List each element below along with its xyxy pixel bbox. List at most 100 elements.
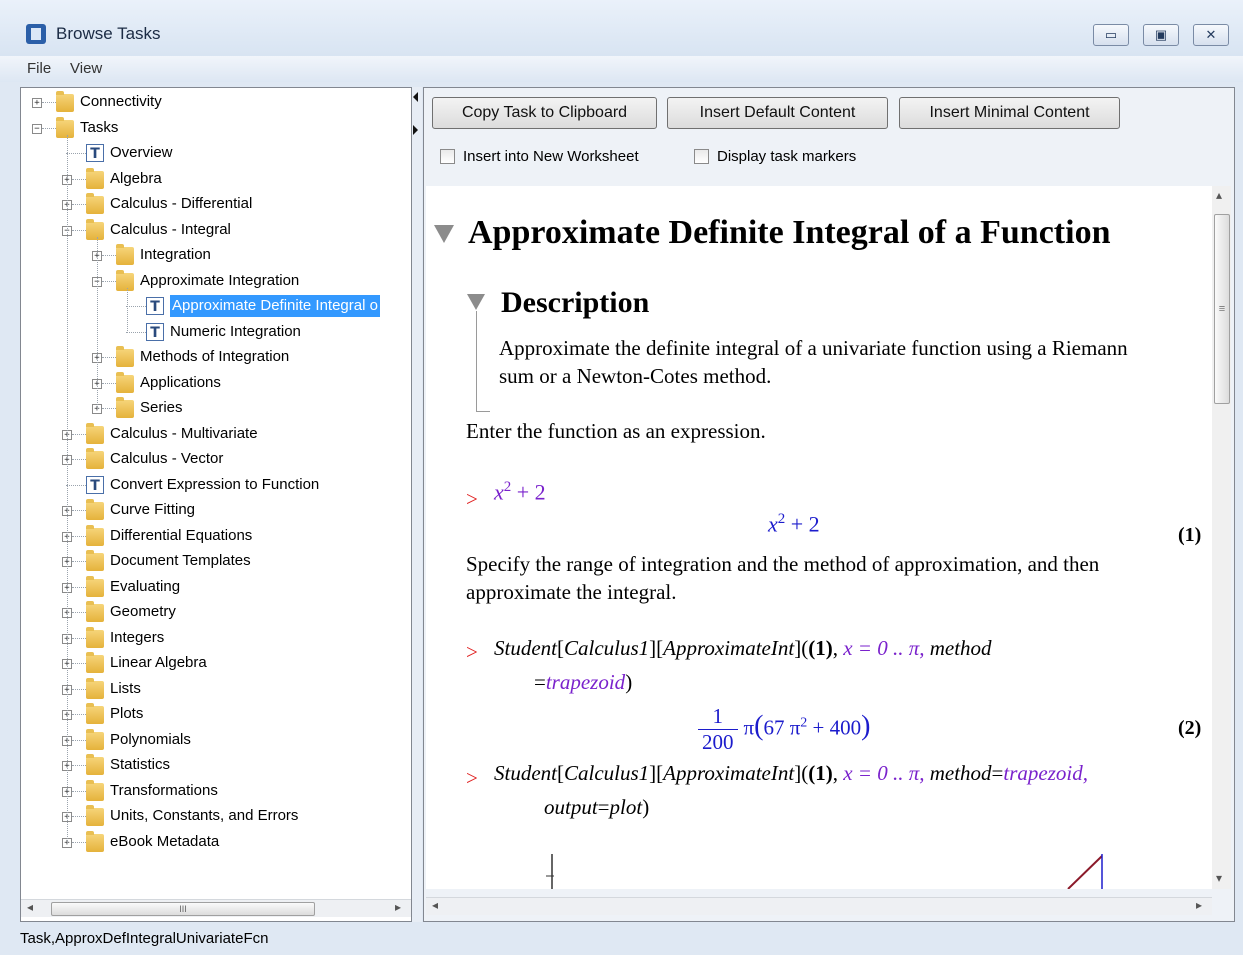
tree-item-linear-algebra[interactable]: + Linear Algebra — [21, 652, 411, 676]
display-task-markers-checkbox[interactable] — [694, 149, 709, 164]
input1-exp: 2 — [503, 479, 512, 495]
scroll-up-arrow[interactable]: ▴ — [1216, 188, 1222, 202]
tree-item-statistics[interactable]: + Statistics — [21, 754, 411, 778]
document-scroll-thumb[interactable]: ≡ — [1214, 214, 1230, 404]
command-input-2[interactable]: Student[Calculus1][ApproximateInt]((1), … — [494, 636, 992, 661]
collapse-toggle-icon[interactable]: − — [32, 123, 42, 134]
copy-task-button[interactable]: Copy Task to Clipboard — [432, 97, 657, 129]
folder-icon — [86, 218, 104, 240]
insert-default-content-button[interactable]: Insert Default Content — [667, 97, 888, 129]
command-input-2-cont[interactable]: =trapezoid) — [534, 670, 632, 695]
tree-item-approximate-integration[interactable]: − Approximate Integration — [21, 269, 411, 294]
tree-item-document-templates[interactable]: + Document Templates — [21, 550, 411, 574]
scroll-right-arrow[interactable]: ▸ — [395, 900, 401, 914]
tree-item-connectivity[interactable]: + Connectivity — [21, 91, 411, 115]
folder-icon — [86, 193, 104, 214]
output2-tail: + 400 — [812, 715, 862, 740]
tree-item-ebook-metadata[interactable]: + eBook Metadata — [21, 830, 411, 855]
command-input-3[interactable]: Student[Calculus1][ApproximateInt]((1), … — [494, 761, 1088, 786]
document-vertical-scrollbar[interactable]: ▴ ≡ ▾ — [1212, 186, 1231, 889]
tree-connector — [102, 357, 116, 358]
tree-item-overview[interactable]: T Overview — [21, 142, 411, 166]
tree-item-curve-fitting[interactable]: + Curve Fitting — [21, 499, 411, 523]
folder-icon — [86, 448, 104, 469]
tree-item-numeric-integration[interactable]: T Numeric Integration — [21, 321, 411, 345]
tree-item-polynomials[interactable]: + Polynomials — [21, 728, 411, 753]
folder-icon — [116, 346, 134, 367]
cmd2-range: x = 0 .. π, — [843, 636, 925, 660]
tree-item-applications[interactable]: + Applications — [21, 371, 411, 396]
tree-item-algebra[interactable]: + Algebra — [21, 167, 411, 192]
tree-item-convert-expression-to-function[interactable]: T Convert Expression to Function — [21, 474, 411, 498]
tree-guide-line — [67, 134, 68, 843]
cmd3-output-value: plot — [609, 795, 643, 819]
tree-connector — [72, 714, 86, 715]
folder-icon — [116, 269, 134, 291]
tree-connector — [66, 153, 86, 154]
tree-item-label: Calculus - Differential — [110, 195, 253, 212]
tree-item-geometry[interactable]: + Geometry — [21, 601, 411, 625]
tree-item-integration[interactable]: + Integration — [21, 244, 411, 268]
menu-view[interactable]: View — [70, 60, 102, 77]
close-button[interactable]: ✕ — [1193, 24, 1229, 46]
tree-item-units-constants-and-errors[interactable]: + Units, Constants, and Errors — [21, 805, 411, 829]
tree-item-series[interactable]: + Series — [21, 397, 411, 421]
pane-splitter[interactable] — [412, 87, 422, 922]
prompt-marker: > — [466, 487, 478, 511]
tree-item-plots[interactable]: + Plots — [21, 703, 411, 727]
section-heading: Description — [501, 286, 650, 319]
tree-item-label: Calculus - Integral — [110, 220, 231, 238]
tree-item-label: Linear Algebra — [110, 654, 207, 671]
tree-item-calculus-vector[interactable]: + Calculus - Vector — [21, 448, 411, 472]
tree-item-transformations[interactable]: + Transformations — [21, 779, 411, 804]
tree-item-methods-of-integration[interactable]: + Methods of Integration — [21, 346, 411, 370]
tree-item-differential-equations[interactable]: + Differential Equations — [21, 524, 411, 549]
doc-scroll-left-arrow[interactable]: ◂ — [432, 898, 438, 912]
tree-item-integers[interactable]: + Integers — [21, 626, 411, 651]
tree-item-calculus-integral[interactable]: − Calculus - Integral — [21, 218, 411, 243]
folder-icon — [86, 805, 104, 826]
minimize-button[interactable]: ▭ — [1093, 24, 1129, 46]
tree-scroll-thumb[interactable]: III — [51, 902, 315, 916]
insert-new-worksheet-checkbox[interactable] — [440, 149, 455, 164]
doc-scroll-right-arrow[interactable]: ▸ — [1196, 898, 1202, 912]
tree-horizontal-scrollbar[interactable]: ◂ III ▸ — [21, 899, 411, 917]
expand-right-arrow-icon[interactable] — [413, 125, 418, 135]
tree-item-approximate-definite-integral-o[interactable]: T Approximate Definite Integral o — [21, 295, 411, 319]
input-expression-1[interactable]: x2 + 2 — [494, 479, 546, 505]
collapse-left-arrow-icon[interactable] — [413, 92, 418, 102]
tree-item-lists[interactable]: + Lists — [21, 677, 411, 702]
expand-toggle-icon[interactable]: + — [32, 98, 42, 108]
tree-item-label: Calculus - Multivariate — [110, 424, 258, 442]
tree-item-evaluating[interactable]: + Evaluating — [21, 575, 411, 600]
subsection-collapse-triangle-icon[interactable] — [467, 294, 485, 310]
tree-connector — [72, 178, 86, 180]
specify-range-text: Specify the range of integration and the… — [466, 552, 1100, 604]
tree-item-label: Approximate Integration — [140, 271, 300, 289]
tree-connector — [72, 612, 86, 613]
maximize-button[interactable]: ▣ — [1143, 24, 1179, 46]
tree-item-tasks[interactable]: − Tasks — [21, 116, 411, 141]
document-horizontal-scrollbar[interactable]: ◂ ▸ — [426, 897, 1212, 915]
output2-numerator: 1 — [698, 704, 738, 730]
tree-connector — [42, 102, 56, 103]
tree-item-label: Tasks — [80, 118, 119, 136]
tree-item-label: Document Templates — [110, 552, 251, 569]
tree-item-label: Statistics — [110, 756, 171, 773]
menu-file[interactable]: File — [27, 60, 51, 77]
output-expression-1: x2 + 2 — [768, 511, 820, 537]
tree-item-calculus-differential[interactable]: + Calculus - Differential — [21, 193, 411, 217]
tree-item-calculus-multivariate[interactable]: + Calculus - Multivariate — [21, 422, 411, 447]
folder-icon — [116, 397, 134, 418]
section-collapse-triangle-icon[interactable] — [434, 225, 454, 243]
insert-minimal-content-button[interactable]: Insert Minimal Content — [899, 97, 1120, 129]
tree-connector — [72, 688, 86, 690]
scroll-down-arrow[interactable]: ▾ — [1216, 871, 1222, 885]
title-bar — [0, 0, 1243, 56]
command-input-3-cont[interactable]: output=plot) — [544, 795, 649, 820]
cmd3-output-eq: = — [597, 795, 610, 819]
tree-item-label: Series — [140, 399, 183, 416]
cmd2-calculus1: Calculus1 — [564, 636, 650, 660]
tree-item-label: Methods of Integration — [140, 348, 290, 365]
scroll-left-arrow[interactable]: ◂ — [27, 900, 33, 914]
